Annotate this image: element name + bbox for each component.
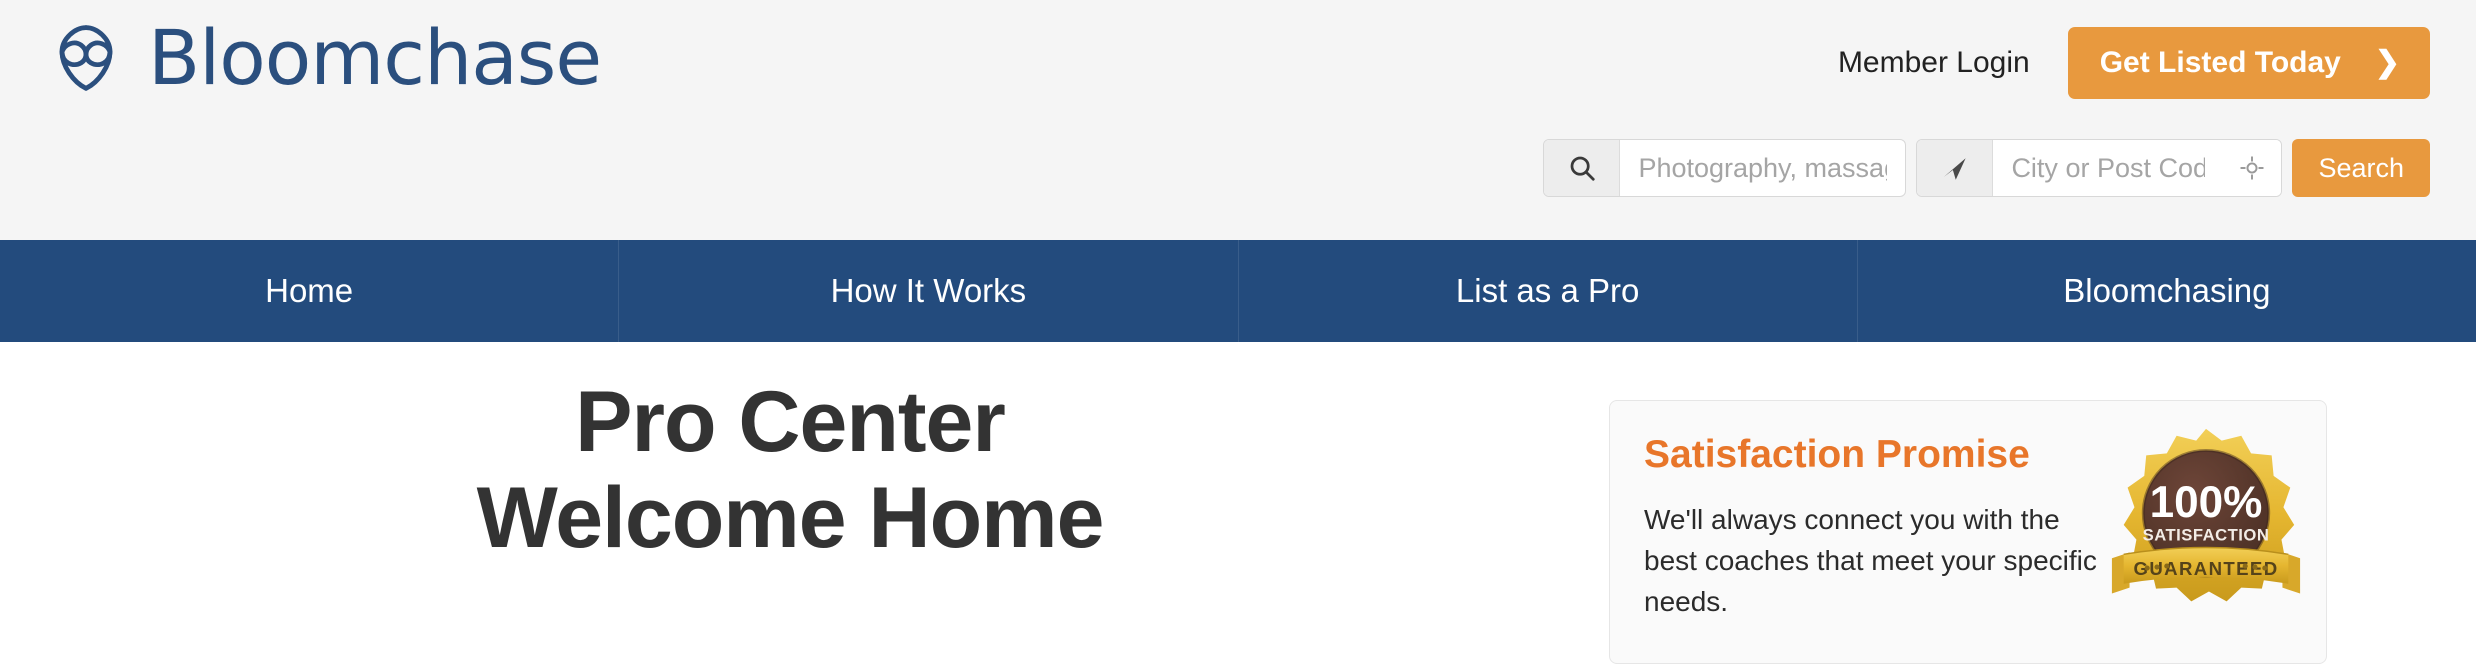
member-login-link[interactable]: Member Login [1838, 46, 2030, 80]
page-title: Pro Center Welcome Home [0, 374, 1580, 567]
crosshair-icon[interactable] [2223, 140, 2282, 196]
location-search-group [1916, 139, 2283, 197]
badge-subtitle-text: SATISFACTION [2143, 526, 2270, 545]
badge-percent-text: 100% [2150, 478, 2263, 527]
cta-label: Get Listed Today [2099, 46, 2341, 79]
keyword-search-input[interactable] [1620, 140, 1906, 196]
bloomchase-petals-icon [46, 18, 126, 98]
nav-item-bloomchasing[interactable]: Bloomchasing [1858, 240, 2476, 342]
location-search-input[interactable] [1993, 140, 2224, 196]
primary-navigation: Home How It Works List as a Pro Bloomcha… [0, 240, 2476, 342]
page-title-line-2: Welcome Home [476, 470, 1105, 567]
badge-ribbon-text: GUARANTEED [2133, 558, 2278, 579]
site-header: Bloomchase Member Login Get Listed Today… [0, 0, 2476, 240]
satisfaction-promise-title: Satisfaction Promise [1644, 433, 2030, 476]
page-root: Bloomchase Member Login Get Listed Today… [0, 0, 2476, 672]
header-utility-row: Member Login Get Listed Today ❯ [1838, 27, 2430, 99]
nav-item-home[interactable]: Home [0, 240, 620, 342]
logo-wordmark: Bloomchase [148, 13, 602, 102]
page-title-line-1: Pro Center [575, 374, 1006, 470]
navigation-arrow-icon[interactable] [1917, 140, 1994, 196]
keyword-search-group [1543, 139, 1907, 197]
satisfaction-promise-body: We'll always connect you with the best c… [1644, 504, 2097, 617]
search-submit-button[interactable]: Search [2292, 139, 2430, 197]
get-listed-today-button[interactable]: Get Listed Today ❯ [2067, 27, 2430, 99]
nav-item-how-it-works[interactable]: How It Works [619, 240, 1239, 342]
chevron-right-icon: ❯ [2374, 46, 2400, 79]
search-icon[interactable] [1544, 140, 1621, 196]
header-search-bar: Search [1543, 139, 2430, 197]
nav-item-list-as-a-pro[interactable]: List as a Pro [1239, 240, 1858, 342]
site-logo[interactable]: Bloomchase [46, 13, 602, 102]
satisfaction-promise-card: Satisfaction Promise We'll always connec… [1609, 400, 2327, 664]
